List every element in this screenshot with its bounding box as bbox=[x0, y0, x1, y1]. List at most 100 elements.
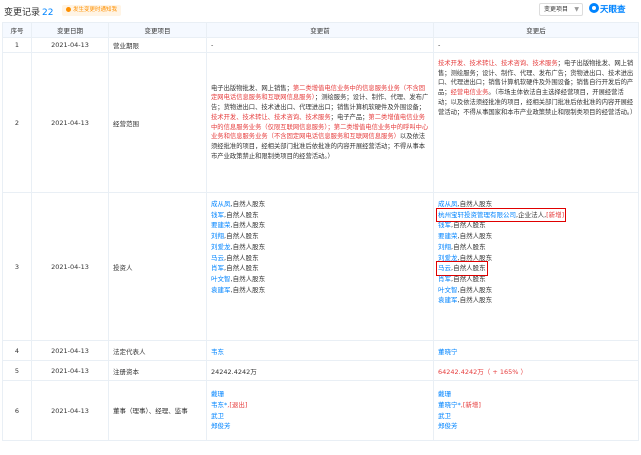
person-link[interactable]: 马云 bbox=[438, 264, 451, 272]
list-item: 杭州宝轩投资管理有限公司,企业法人,[新增] bbox=[435, 207, 638, 223]
person-role: ,自然人股东 bbox=[451, 242, 486, 251]
person-entry: 刘爱龙,自然人股东 bbox=[438, 254, 492, 262]
person-link[interactable]: 刘爱龙 bbox=[211, 243, 231, 251]
person-role: ,自然人股东 bbox=[451, 221, 486, 230]
person-link[interactable]: 杭州宝轩投资管理有限公司 bbox=[438, 211, 516, 219]
list-item: 肖军,自然人股东 bbox=[211, 263, 433, 274]
person-link[interactable]: 郑俊芳 bbox=[438, 422, 458, 430]
table-row: 5 2021-04-13 注册资本 24242.4242万 64242.4242… bbox=[2, 360, 639, 381]
person-link[interactable]: 戴珊 bbox=[211, 390, 224, 398]
highlight-box: 马云,自然人股东 bbox=[436, 261, 488, 276]
person-link[interactable]: 要建荣 bbox=[211, 221, 231, 229]
list-item: 肖军,自然人股东 bbox=[438, 274, 638, 285]
person-entry: 戴珊 bbox=[211, 390, 224, 398]
person-link[interactable]: 肖军 bbox=[211, 264, 224, 272]
person-link[interactable]: 郑俊芳 bbox=[211, 422, 231, 430]
highlight-text: 技术开发、技术转让、技术咨询、技术服务 bbox=[438, 60, 558, 67]
row-no: 6 bbox=[2, 380, 32, 441]
person-link[interactable]: 肖军 bbox=[438, 275, 451, 283]
person-entry: 董晓宁*,[新增] bbox=[438, 401, 481, 409]
list-item: 马云,自然人股东 bbox=[436, 261, 638, 276]
person-link[interactable]: 叶文智 bbox=[438, 286, 458, 294]
person-entry: 钱军,自然人股东 bbox=[211, 211, 259, 219]
person-link[interactable]: 马云 bbox=[211, 254, 224, 262]
person-link[interactable]: 袁建军 bbox=[438, 296, 458, 304]
person-entry: 叶文智,自然人股东 bbox=[211, 275, 265, 283]
list-item: 武卫 bbox=[211, 411, 433, 422]
col-header-after: 变更后 bbox=[433, 22, 639, 38]
person-entry: 要建荣,自然人股东 bbox=[438, 232, 492, 240]
chevron-down-icon: ▼ bbox=[574, 6, 579, 13]
person-entry: 刘翔,自然人股东 bbox=[211, 232, 259, 240]
list-item: 要建荣,自然人股东 bbox=[438, 231, 638, 242]
logo-icon bbox=[589, 3, 599, 13]
row-date: 2021-04-13 bbox=[31, 360, 109, 381]
notify-tag[interactable]: 发生变更时通知我 bbox=[62, 5, 122, 16]
col-header-no: 序号 bbox=[2, 22, 32, 38]
person-entry: 肖军,自然人股东 bbox=[438, 275, 486, 283]
legal-rep-after-link[interactable]: 董晓宁 bbox=[433, 340, 639, 361]
person-role: ,自然人股东 bbox=[457, 296, 493, 305]
person-entry: 韦东*,[退出] bbox=[211, 401, 247, 409]
investors-after: 成从凤,自然人股东 杭州宝轩投资管理有限公司,企业法人,[新增] 钱军,自然人股东要… bbox=[433, 192, 639, 341]
notify-label: 发生变更时通知我 bbox=[73, 7, 118, 13]
person-link[interactable]: 要建荣 bbox=[438, 232, 458, 240]
tianyancha-logo[interactable]: 天眼查 bbox=[589, 3, 626, 15]
row-after: - bbox=[433, 37, 639, 53]
list-item: 戴珊 bbox=[211, 389, 433, 400]
person-link[interactable]: 钱军 bbox=[438, 221, 451, 229]
row-item: 董事（理事）、经理、监事 bbox=[108, 380, 207, 441]
person-role: ,自然人股东 bbox=[230, 274, 266, 283]
person-link[interactable]: 刘翔 bbox=[211, 232, 224, 240]
person-link[interactable]: 成从凤 bbox=[438, 200, 458, 208]
list-item: 袁建军,自然人股东 bbox=[211, 285, 433, 296]
select-label: 变更项目 bbox=[544, 6, 569, 13]
list-item: 郑俊芳 bbox=[211, 421, 433, 432]
person-entry: 肖军,自然人股东 bbox=[211, 264, 259, 272]
col-header-date: 变更日期 bbox=[31, 22, 109, 38]
scope-after-text: 技术开发、技术转让、技术咨询、技术服务；电子出版物批发、网上销售；测绘服务；设计… bbox=[433, 52, 639, 193]
list-item: 钱军,自然人股东 bbox=[438, 220, 638, 231]
person-link[interactable]: 戴珊 bbox=[438, 390, 451, 398]
directors-before: 戴珊韦东*,[退出] 武卫郑俊芳 bbox=[206, 380, 434, 441]
list-item: 武卫 bbox=[438, 411, 638, 422]
row-item: 营业期限 bbox=[108, 37, 207, 53]
person-role: ,自然人股东 bbox=[457, 285, 493, 294]
person-link[interactable]: 刘爱龙 bbox=[438, 254, 458, 262]
person-link[interactable]: 刘翔 bbox=[438, 243, 451, 251]
legal-rep-before-link[interactable]: 韦东 bbox=[206, 340, 434, 361]
person-link[interactable]: 武卫 bbox=[211, 412, 224, 420]
row-item: 投资人 bbox=[108, 192, 207, 341]
list-item: 钱军,自然人股东 bbox=[211, 210, 433, 221]
scope-text: ；电子产品； bbox=[330, 113, 369, 121]
person-link[interactable]: 董晓宁* bbox=[438, 401, 461, 409]
row-date: 2021-04-13 bbox=[31, 37, 109, 53]
person-role: ,企业法人, bbox=[516, 210, 547, 219]
table-row: 3 2021-04-13 投资人 成从凤,自然人股东 钱军,自然人股东 要建荣,自然… bbox=[2, 192, 639, 341]
capital-after: 64242.4242万（ + 165% ） bbox=[433, 360, 639, 381]
change-record-table: 序号 变更日期 变更项目 变更前 变更后 1 2021-04-13 营业期限 -… bbox=[2, 22, 639, 441]
row-date: 2021-04-13 bbox=[31, 52, 109, 193]
row-no: 2 bbox=[2, 52, 32, 193]
person-role: ,自然人股东 bbox=[230, 285, 266, 294]
person-role: ,自然人股东 bbox=[230, 221, 266, 230]
change-item-select[interactable]: 变更项目 ▼ bbox=[539, 3, 583, 16]
person-link[interactable]: 韦东* bbox=[211, 401, 227, 409]
person-link[interactable]: 叶文智 bbox=[211, 275, 231, 283]
person-link[interactable]: 武卫 bbox=[438, 412, 451, 420]
row-before: - bbox=[206, 37, 434, 53]
list-item: 成从凤,自然人股东 bbox=[438, 199, 638, 210]
person-role: ,自然人股东 bbox=[224, 210, 259, 219]
row-no: 3 bbox=[2, 192, 32, 341]
list-item: 成从凤,自然人股东 bbox=[211, 199, 433, 210]
person-link[interactable]: 钱军 bbox=[211, 211, 224, 219]
row-item: 法定代表人 bbox=[108, 340, 207, 361]
person-entry: 刘翔,自然人股东 bbox=[438, 243, 486, 251]
table-row: 1 2021-04-13 营业期限 - - bbox=[2, 37, 639, 53]
row-item: 注册资本 bbox=[108, 360, 207, 381]
section-title: 变更记录 22 bbox=[4, 5, 53, 18]
person-link[interactable]: 成从凤 bbox=[211, 200, 231, 208]
person-entry: 袁建军,自然人股东 bbox=[438, 296, 492, 304]
person-role: ,自然人股东 bbox=[224, 264, 259, 273]
person-link[interactable]: 袁建军 bbox=[211, 286, 231, 294]
